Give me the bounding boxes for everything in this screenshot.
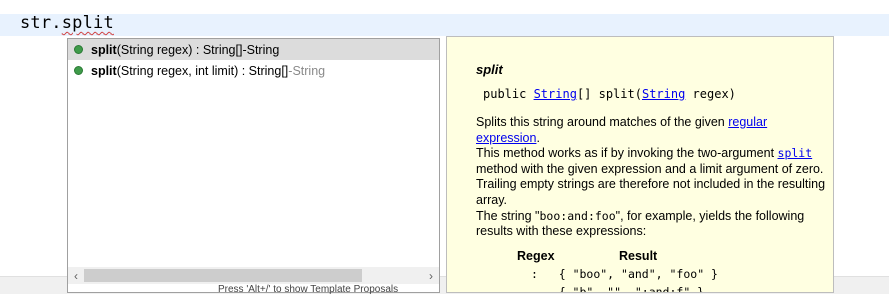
doc-code: boo:and:foo (539, 208, 616, 223)
proposal-name: split (91, 63, 117, 78)
proposal-status-text: Press 'Alt+/' to show Template Proposals (218, 284, 399, 295)
table-header-regex: Regex (517, 249, 555, 263)
proposal-item[interactable]: split (String regex, int limit) : String[… (68, 60, 439, 81)
proposal-owner: String (292, 63, 326, 78)
proposal-signature: (String regex, int limit) : String[] (116, 63, 289, 78)
current-line-highlight (0, 14, 889, 36)
doc-paragraph: Splits this string around matches of the… (476, 115, 768, 145)
doc-title: split (476, 62, 503, 77)
code-method-error: split (61, 13, 114, 33)
table-row: : { "boo", "and", "foo" } (531, 267, 718, 281)
param-type-link[interactable]: String (642, 87, 685, 101)
horizontal-scrollbar[interactable]: ‹ › (68, 267, 439, 284)
scroll-left-icon[interactable]: ‹ (68, 269, 84, 283)
proposal-name: split (91, 42, 117, 57)
code-prefix: str. (20, 13, 62, 33)
string-type-link[interactable]: String (534, 87, 577, 101)
public-method-icon (74, 66, 83, 75)
doc-paragraph: The string "boo:and:foo", for example, y… (476, 208, 805, 239)
split-link[interactable]: split (778, 146, 813, 160)
table-header-result: Result (619, 249, 658, 263)
proposal-item[interactable]: split (String regex) : String[] - String (68, 39, 439, 60)
scroll-thumb[interactable] (84, 269, 362, 282)
code-editor-line[interactable]: str.split (20, 13, 114, 33)
doc-paragraph: This method works as if by invoking the … (476, 146, 826, 207)
scroll-track[interactable] (84, 269, 423, 282)
doc-body: Splits this string around matches of the… (476, 115, 828, 240)
javadoc-hover[interactable]: split public String[] split(String regex… (446, 36, 834, 293)
public-method-icon (74, 45, 83, 54)
table-row: { "b", "", ":and:f" } (558, 285, 705, 293)
content-assist-proposals[interactable]: split (String regex) : String[] - String … (67, 38, 440, 295)
scroll-right-icon[interactable]: › (423, 269, 439, 283)
doc-declaration: public String[] split(String regex) (483, 87, 736, 101)
proposal-signature: (String regex) : String[] (116, 42, 243, 57)
proposal-owner: String (246, 42, 280, 57)
